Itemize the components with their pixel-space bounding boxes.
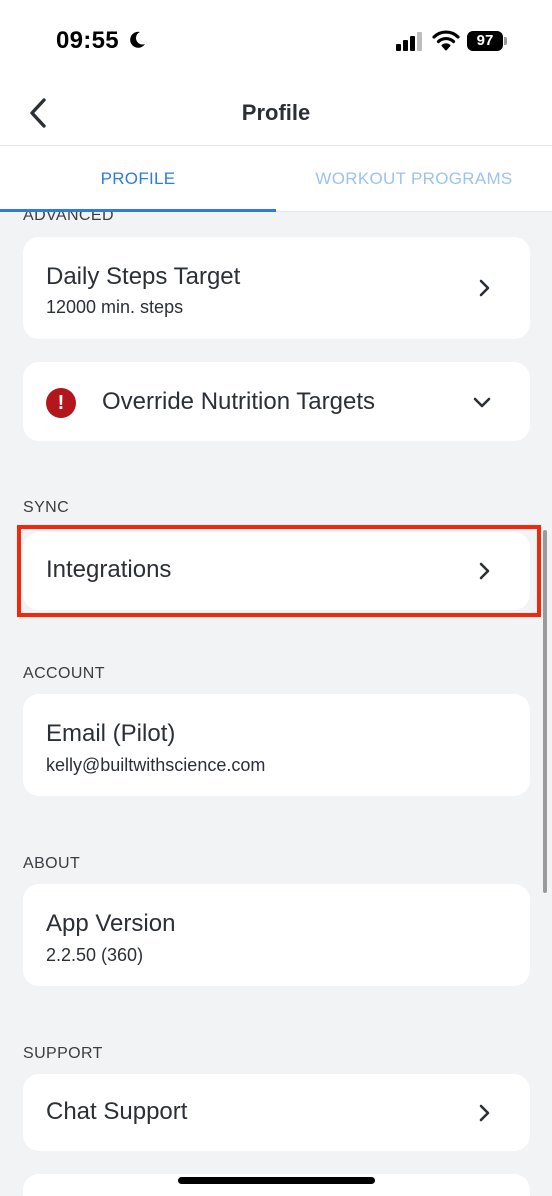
chevron-down-icon	[473, 397, 491, 408]
signal-icon	[396, 32, 422, 51]
scrollbar[interactable]	[543, 530, 547, 893]
chevron-right-icon	[479, 562, 490, 580]
battery-icon: 97	[467, 31, 507, 51]
battery-level: 97	[476, 32, 494, 49]
chat-support-row[interactable]: Chat Support	[23, 1074, 530, 1151]
home-indicator	[178, 1177, 375, 1184]
email-title: Email (Pilot)	[46, 720, 176, 747]
section-label-account: ACCOUNT	[23, 665, 105, 682]
wifi-icon	[432, 30, 460, 51]
daily-steps-value: 12000 min. steps	[46, 297, 184, 317]
override-nutrition-targets-row[interactable]: ! Override Nutrition Targets	[23, 362, 530, 441]
integrations-title: Integrations	[46, 556, 172, 583]
profile-screen: 09:55 97 Profile PROFILE WORKOUT PROGRAM…	[0, 0, 552, 1196]
override-nutrition-title: Override Nutrition Targets	[102, 388, 375, 415]
integrations-row[interactable]: Integrations	[23, 532, 530, 610]
email-value: kelly@builtwithscience.com	[46, 755, 266, 775]
section-label-sync: SYNC	[23, 499, 70, 516]
app-version-row: App Version 2.2.50 (360)	[23, 884, 530, 986]
email-row[interactable]: Email (Pilot) kelly@builtwithscience.com	[23, 694, 530, 796]
profile-content[interactable]: ADVANCED Daily Steps Target 12000 min. s…	[0, 212, 552, 1196]
section-label-support: SUPPORT	[23, 1045, 103, 1062]
alert-circle-icon: !	[46, 388, 76, 418]
daily-steps-title: Daily Steps Target	[46, 263, 241, 290]
tab-profile[interactable]: PROFILE	[0, 146, 276, 212]
tab-workout-programs[interactable]: WORKOUT PROGRAMS	[276, 146, 552, 212]
chat-support-title: Chat Support	[46, 1098, 188, 1125]
page-title: Profile	[241, 100, 311, 125]
status-time: 09:55	[56, 27, 119, 54]
tab-bar: PROFILE WORKOUT PROGRAMS	[0, 146, 552, 212]
moon-icon	[130, 31, 145, 48]
app-version-value: 2.2.50 (360)	[46, 945, 144, 965]
nav-bar: Profile	[0, 80, 552, 146]
status-bar: 09:55 97	[0, 0, 552, 80]
section-label-advanced: ADVANCED	[23, 212, 114, 224]
section-label-about: ABOUT	[23, 855, 81, 872]
app-version-title: App Version	[46, 910, 176, 937]
chevron-right-icon	[479, 1104, 490, 1122]
daily-steps-target-row[interactable]: Daily Steps Target 12000 min. steps	[23, 237, 530, 339]
chevron-right-icon	[479, 279, 490, 297]
